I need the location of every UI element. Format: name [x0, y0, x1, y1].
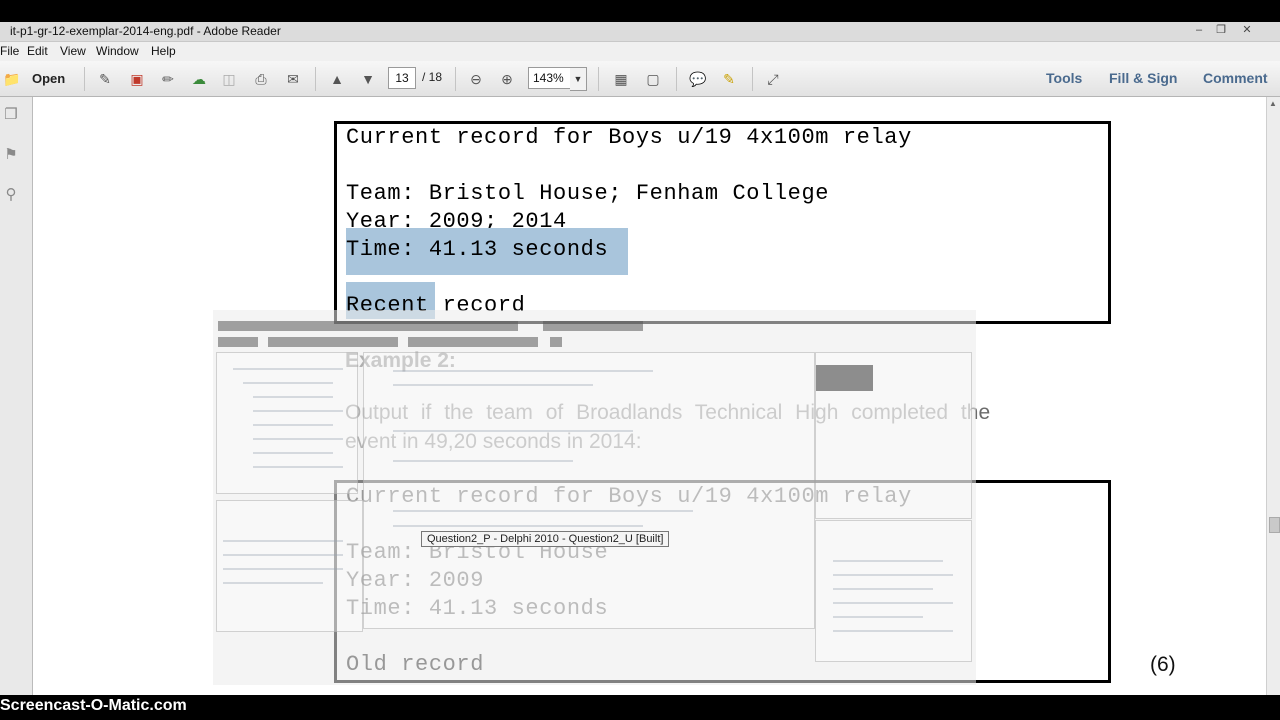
cloud-upload-icon[interactable]: ☁ — [189, 69, 209, 89]
menu-bar: File Edit View Window Help — [0, 42, 1280, 61]
menu-view[interactable]: View — [60, 44, 86, 58]
highlight-icon[interactable]: ✎ — [719, 69, 739, 89]
box2-line-5: Old record — [346, 652, 485, 677]
print-icon[interactable]: ⎙ — [251, 69, 271, 89]
zoom-out-icon[interactable]: ⊖ — [466, 69, 486, 89]
save-icon[interactable]: ◫ — [219, 69, 239, 89]
zoom-dropdown-icon[interactable]: ▼ — [570, 67, 587, 91]
zoom-input[interactable]: 143% — [528, 67, 574, 89]
page-number-input[interactable]: 13 — [388, 67, 416, 89]
open-button[interactable]: Open — [32, 71, 65, 86]
zoom-in-icon[interactable]: ⊕ — [497, 69, 517, 89]
bottom-strip — [0, 695, 1280, 720]
box1-line-5: Recent record — [346, 293, 526, 318]
bookmarks-icon[interactable]: ⚑ — [2, 145, 20, 163]
email-icon[interactable]: ✉ — [283, 69, 303, 89]
menu-window[interactable]: Window — [96, 44, 139, 58]
example-2-heading: Example 2: — [345, 349, 456, 372]
document-page: Current record for Boys u/19 4x100m rela… — [33, 97, 1266, 695]
box2-line-3: Year: 2009 — [346, 568, 485, 593]
ide-taskbar-tooltip: Question2_P - Delphi 2010 - Question2_U … — [421, 531, 670, 547]
paragraph-line-1: Output if the team of Broadlands Technic… — [345, 401, 991, 424]
pdf-edit-icon[interactable]: ▣ — [127, 69, 147, 89]
screencast-watermark: Screencast-O-Matic.com — [0, 697, 187, 714]
page-total: / 18 — [422, 70, 443, 84]
fill-sign-tab[interactable]: Fill & Sign — [1109, 70, 1177, 86]
navigation-panel: ❐ ⚑ ⚲ — [0, 97, 33, 695]
box2-line-4: Time: 41.13 seconds — [346, 596, 609, 621]
close-icon[interactable]: ✕ — [1238, 23, 1256, 37]
scrollbar-thumb[interactable] — [1269, 517, 1280, 533]
scroll-up-icon[interactable]: ▲ — [1269, 99, 1277, 108]
full-screen-icon[interactable]: ⤢ — [763, 69, 783, 89]
attachments-icon[interactable]: ⚲ — [2, 185, 20, 203]
open-folder-icon[interactable]: 📁 — [2, 69, 22, 89]
box1-line-4-highlighted: Time: 41.13 seconds — [346, 228, 628, 275]
box1-line-2: Team: Bristol House; Fenham College — [346, 181, 830, 206]
tools-tab[interactable]: Tools — [1046, 70, 1082, 86]
menu-help[interactable]: Help — [151, 44, 176, 58]
menu-edit[interactable]: Edit — [27, 44, 48, 58]
sign-icon[interactable]: ✏ — [158, 69, 178, 89]
menu-file[interactable]: File — [0, 44, 19, 58]
vertical-scrollbar[interactable]: ▲ — [1266, 97, 1280, 695]
restore-icon[interactable]: ❐ — [1212, 23, 1230, 37]
toolbar: 📁 Open ✎ ▣ ✏ ☁ ◫ ⎙ ✉ ▲ ▼ ⊖ ⊕ ▦ ▢ 💬 ✎ ⤢ — [0, 61, 1280, 97]
minimize-icon[interactable]: – — [1190, 23, 1208, 37]
create-pdf-icon[interactable]: ✎ — [95, 69, 115, 89]
window-titlebar: it-p1-gr-12-exemplar-2014-eng.pdf - Adob… — [0, 22, 1280, 42]
comment-bubble-icon[interactable]: 💬 — [688, 69, 708, 89]
comment-tab[interactable]: Comment — [1203, 70, 1268, 86]
fit-page-icon[interactable]: ▦ — [611, 69, 631, 89]
previous-page-icon[interactable]: ▲ — [327, 69, 347, 89]
box2-line-1: Current record for Boys u/19 4x100m rela… — [346, 484, 912, 509]
paragraph-line-2: event in 49,20 seconds in 2014: — [345, 430, 642, 453]
fit-width-icon[interactable]: ▢ — [643, 69, 663, 89]
window-title: it-p1-gr-12-exemplar-2014-eng.pdf - Adob… — [10, 24, 281, 38]
page-thumbnails-icon[interactable]: ❐ — [2, 105, 20, 123]
next-page-icon[interactable]: ▼ — [358, 69, 378, 89]
box1-line-1: Current record for Boys u/19 4x100m rela… — [346, 125, 912, 150]
marks-label: (6) — [1150, 653, 1176, 676]
